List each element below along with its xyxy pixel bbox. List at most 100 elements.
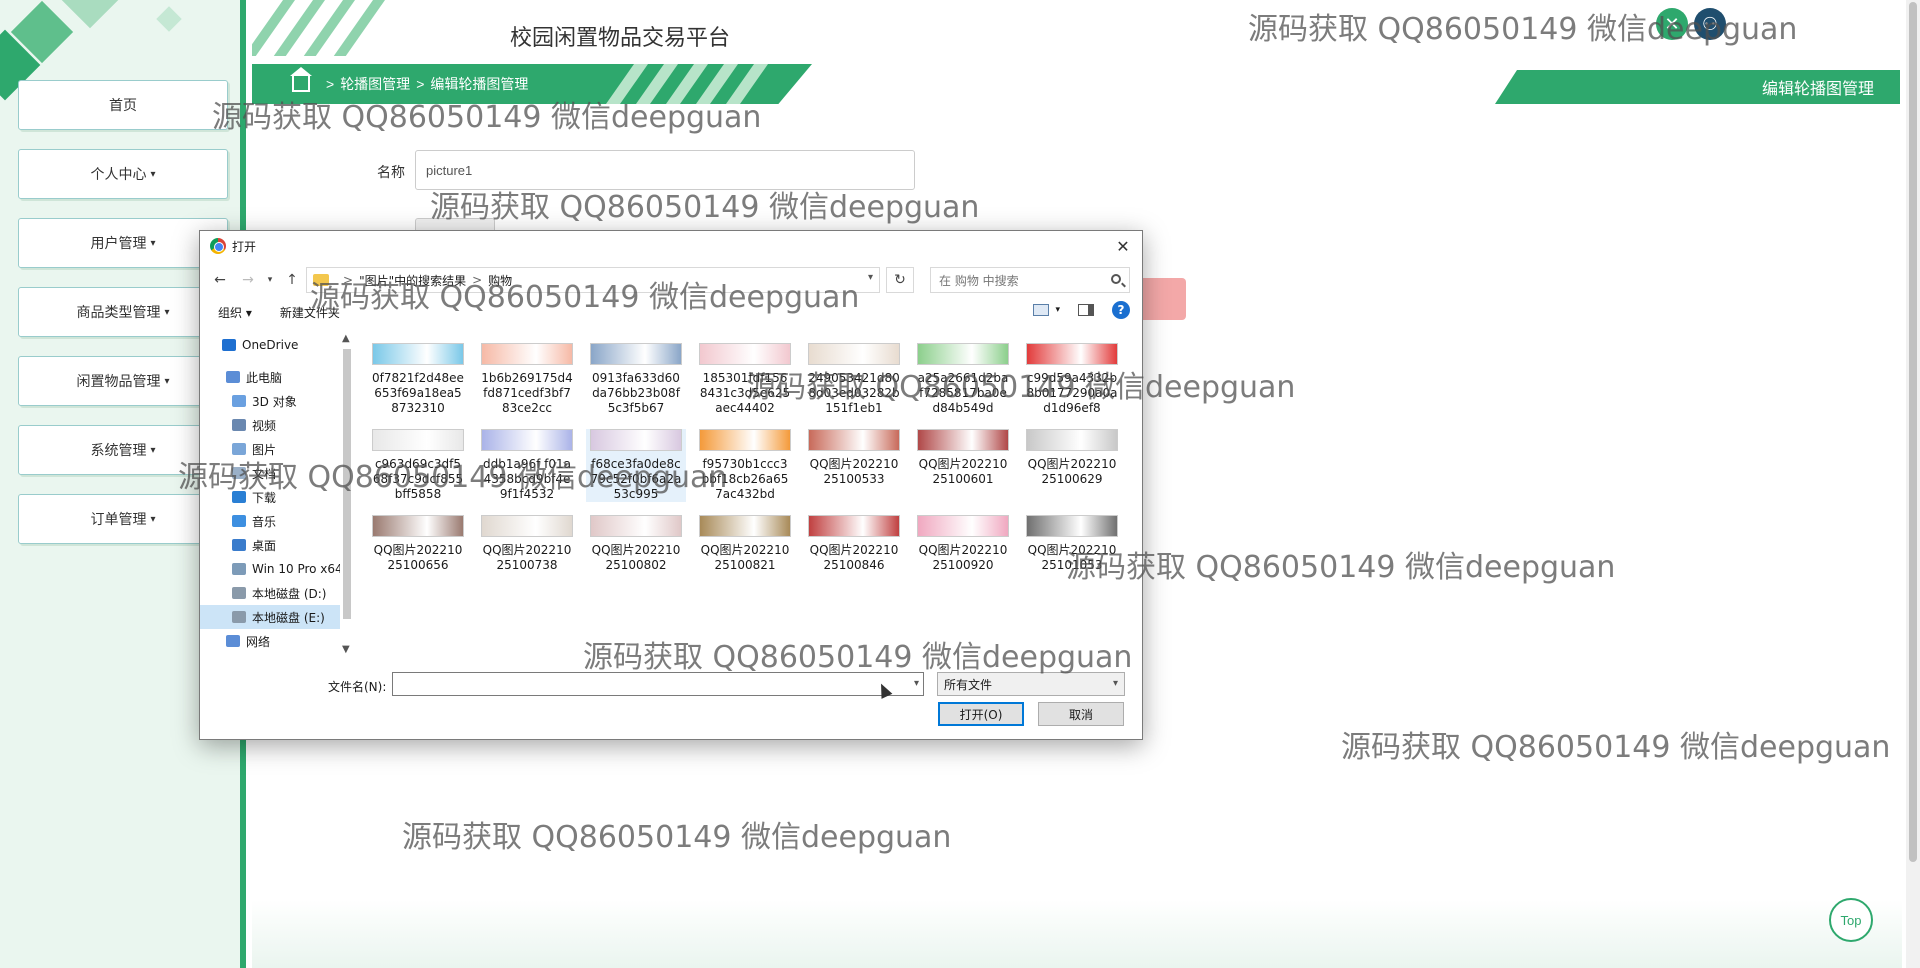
file-item[interactable]: QQ图片20221025100846: [804, 515, 904, 573]
folder-icon: [226, 371, 240, 383]
toolbar-right: ▾ ?: [1033, 301, 1130, 319]
chevron-down-icon: ▾: [150, 444, 156, 456]
sidebar-item[interactable]: 个人中心 ▾: [18, 149, 228, 199]
tree-scrollbar[interactable]: ▲ ▼: [340, 333, 354, 655]
file-item[interactable]: a25a2661d2baf7285817ba0ed84b549d: [913, 343, 1013, 416]
file-item[interactable]: QQ图片20221025100533: [804, 429, 904, 487]
scroll-down-icon[interactable]: ▼: [342, 644, 350, 655]
preview-pane-icon[interactable]: [1078, 304, 1094, 316]
scroll-up-icon[interactable]: ▲: [342, 333, 350, 344]
change-view-button[interactable]: ▾: [1033, 304, 1060, 316]
tree-item[interactable]: 桌面: [200, 533, 340, 557]
file-thumbnail: [372, 515, 464, 537]
tree-item[interactable]: 本地磁盘 (E:): [200, 605, 340, 629]
file-type-select[interactable]: 所有文件 ▾: [937, 672, 1125, 696]
file-item[interactable]: QQ图片20221025101053: [1022, 515, 1122, 573]
close-icon[interactable]: ✕: [1656, 8, 1688, 40]
file-name: QQ图片20221025100738: [482, 543, 572, 572]
file-item[interactable]: 0913fa633d60da76bb23b08f5c3f5b67: [586, 343, 686, 416]
dialog-navbar: ← → ▾ ↑ > "图片"中的搜索结果 > 购物 ▾ ↻ 在 购物 中搜索: [200, 263, 1142, 297]
file-name-field[interactable]: ▾: [392, 672, 924, 696]
search-input[interactable]: 在 购物 中搜索: [930, 267, 1130, 293]
tree-item[interactable]: Win 10 Pro x64: [200, 557, 340, 581]
sidebar-item[interactable]: 订单管理 ▾: [18, 494, 228, 544]
open-button[interactable]: 打开(O): [938, 702, 1024, 726]
file-name: QQ图片20221025100846: [809, 543, 899, 572]
file-item[interactable]: f68ce3fa0de8c79c52f0bf6a2a53c995: [586, 429, 686, 502]
sidebar-item[interactable]: 闲置物品管理 ▾: [18, 356, 228, 406]
tree-item[interactable]: 此电脑: [200, 365, 340, 389]
file-item[interactable]: QQ图片20221025100601: [913, 429, 1013, 487]
refresh-icon[interactable]: ↻: [886, 267, 914, 293]
file-item[interactable]: QQ图片20221025100920: [913, 515, 1013, 573]
organize-menu[interactable]: 组织 ▾: [218, 304, 252, 321]
address-part[interactable]: "图片"中的搜索结果: [359, 272, 466, 289]
tree-item[interactable]: 音乐: [200, 509, 340, 533]
scrollbar-thumb[interactable]: [1909, 2, 1917, 862]
new-folder-button[interactable]: 新建文件夹: [280, 304, 340, 321]
cancel-button[interactable]: 取消: [1038, 702, 1124, 726]
tree-item[interactable]: OneDrive: [200, 333, 340, 357]
chevron-down-icon[interactable]: ▾: [868, 272, 873, 283]
chevron-down-icon[interactable]: ▾: [1055, 305, 1060, 315]
file-item[interactable]: QQ图片20221025100629: [1022, 429, 1122, 487]
file-thumbnail: [1026, 429, 1118, 451]
tree-item-label: 3D 对象: [252, 394, 297, 409]
recent-locations-icon[interactable]: ▾: [262, 275, 278, 285]
file-item[interactable]: 185301fdf1568431c3d5e625aec44402: [695, 343, 795, 416]
tree-item[interactable]: 3D 对象: [200, 389, 340, 413]
search-icon[interactable]: [1111, 274, 1121, 284]
sidebar-item[interactable]: 用户管理 ▾: [18, 218, 228, 268]
file-item[interactable]: 249053421d808d03ed03282b151f1eb1: [804, 343, 904, 416]
file-item[interactable]: QQ图片20221025100802: [586, 515, 686, 573]
user-icon[interactable]: ⚇: [1694, 8, 1726, 40]
help-icon[interactable]: ?: [1112, 301, 1130, 319]
scrollbar-thumb[interactable]: [343, 349, 351, 619]
file-item[interactable]: f95730b1ccc3bbf18cb26a657ac432bd: [695, 429, 795, 502]
tree-item[interactable]: 网络: [200, 629, 340, 653]
page-scrollbar[interactable]: [1906, 0, 1920, 968]
file-item[interactable]: ddb1a96f f01a4358bcd9bf4e9f1f4532: [477, 429, 577, 502]
address-bar[interactable]: > "图片"中的搜索结果 > 购物 ▾: [306, 267, 880, 293]
sidebar-item[interactable]: 系统管理 ▾: [18, 425, 228, 475]
file-item[interactable]: QQ图片20221025100821: [695, 515, 795, 573]
tree-item[interactable]: 视频: [200, 413, 340, 437]
breadcrumb-item-edit: 编辑轮播图管理: [430, 76, 529, 92]
breadcrumb-item-banner[interactable]: 轮播图管理: [340, 74, 410, 94]
tree-item[interactable]: 文档: [200, 461, 340, 485]
address-separator: >: [472, 273, 483, 287]
breadcrumb-separator: >: [416, 76, 425, 92]
sidebar-menu: 首页 个人中心 ▾ 用户管理 ▾ 商品类型管理 ▾ 闲置物品管理 ▾ 系统管理 ▾ 订单管理 ▾: [18, 80, 228, 563]
file-item[interactable]: c963d69c3df568f37c9dcf855bff5858: [368, 429, 468, 502]
chevron-down-icon: ▾: [150, 237, 156, 249]
file-thumbnail: [372, 343, 464, 365]
file-thumbnail: [590, 429, 682, 451]
name-input[interactable]: [415, 150, 915, 190]
tree-item[interactable]: 下载: [200, 485, 340, 509]
folder-icon: [232, 515, 246, 527]
up-arrow-icon[interactable]: ↑: [278, 272, 306, 288]
file-name: ddb1a96f f01a4358bcd9bf4e9f1f4532: [483, 457, 571, 501]
file-thumbnail: [699, 429, 791, 451]
sidebar-item-label: 闲置物品管理: [76, 373, 161, 389]
sidebar-item[interactable]: 首页: [18, 80, 228, 130]
sidebar-item[interactable]: 商品类型管理 ▾: [18, 287, 228, 337]
file-item[interactable]: QQ图片20221025100656: [368, 515, 468, 573]
file-item[interactable]: 0f7821f2d48ee653f69a18ea58732310: [368, 343, 468, 416]
close-icon[interactable]: ✕: [1112, 235, 1134, 257]
back-arrow-icon[interactable]: ←: [206, 272, 234, 288]
back-to-top-button[interactable]: Top: [1829, 898, 1873, 942]
file-item[interactable]: c99d59a4332b8b0177290a0ad1d96ef8: [1022, 343, 1122, 416]
file-name: a25a2661d2baf7285817ba0ed84b549d: [917, 371, 1009, 415]
file-item[interactable]: QQ图片20221025100738: [477, 515, 577, 573]
chevron-down-icon: ▾: [150, 168, 156, 180]
file-item[interactable]: 1b6b269175d4fd871cedf3bf783ce2cc: [477, 343, 577, 416]
tree-item[interactable]: 本地磁盘 (D:): [200, 581, 340, 605]
address-part[interactable]: 购物: [488, 272, 512, 289]
home-icon[interactable]: [290, 67, 312, 92]
tree-item[interactable]: 图片: [200, 437, 340, 461]
chevron-down-icon[interactable]: ▾: [914, 678, 919, 689]
chevron-down-icon[interactable]: ▾: [1113, 678, 1118, 689]
forward-arrow-icon[interactable]: →: [234, 272, 262, 288]
search-placeholder: 在 购物 中搜索: [939, 273, 1019, 288]
